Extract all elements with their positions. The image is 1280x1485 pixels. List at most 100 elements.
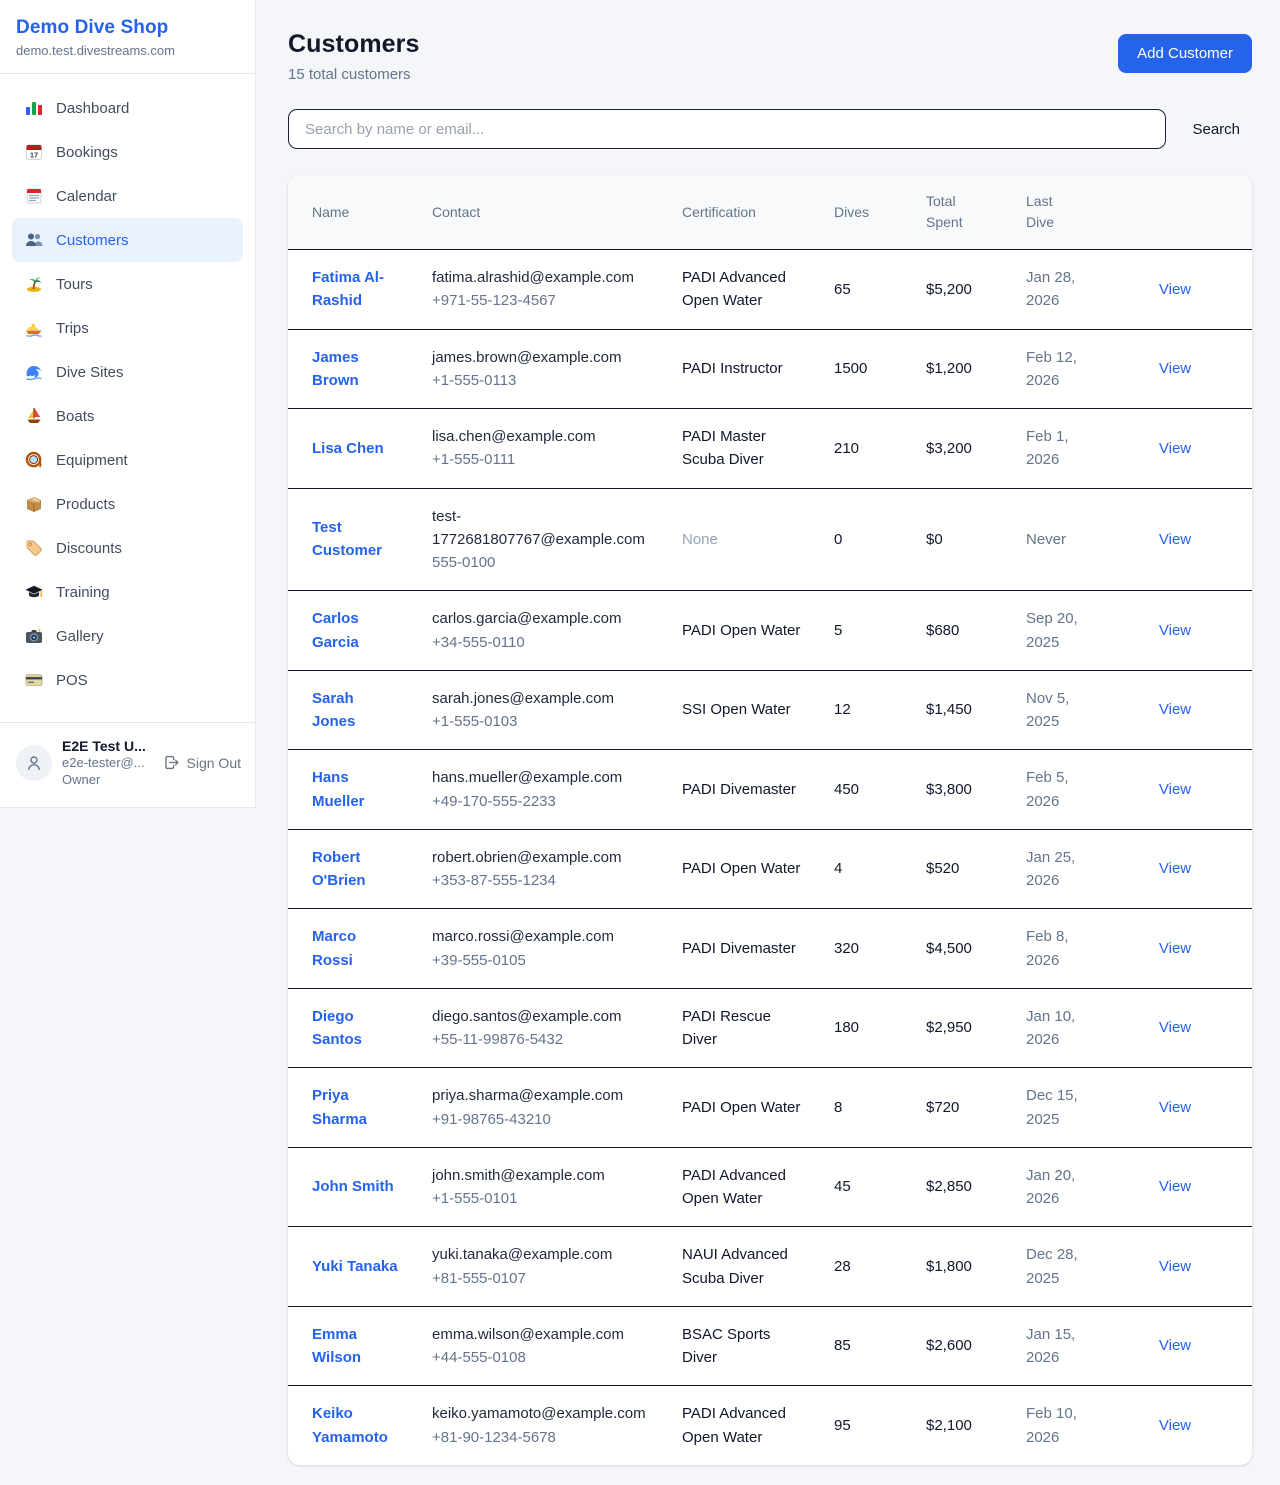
customer-name-link[interactable]: Diego Santos bbox=[312, 1008, 362, 1048]
customer-name-link[interactable]: Marco Rossi bbox=[312, 928, 356, 968]
customer-last-dive: Feb 1, 2026 bbox=[1010, 409, 1098, 489]
customer-name-link[interactable]: Test Customer bbox=[312, 519, 382, 559]
customer-name-link[interactable]: Carlos Garcia bbox=[312, 610, 359, 650]
customer-phone: +81-555-0107 bbox=[432, 1267, 650, 1290]
customer-name-link[interactable]: Keiko Yamamoto bbox=[312, 1405, 388, 1445]
customer-name-cell: Sarah Jones bbox=[288, 670, 416, 750]
view-link[interactable]: View bbox=[1159, 1178, 1191, 1195]
sidebar-item-dashboard[interactable]: Dashboard bbox=[12, 86, 243, 130]
main-content: Customers 15 total customers Add Custome… bbox=[256, 0, 1280, 1485]
sidebar-item-pos[interactable]: POS bbox=[12, 658, 243, 702]
view-link[interactable]: View bbox=[1159, 1019, 1191, 1036]
view-link[interactable]: View bbox=[1159, 1417, 1191, 1434]
view-link[interactable]: View bbox=[1159, 701, 1191, 718]
customer-phone: +1-555-0103 bbox=[432, 710, 650, 733]
sidebar-item-tours[interactable]: Tours bbox=[12, 262, 243, 306]
customer-last-dive: Feb 5, 2026 bbox=[1010, 750, 1098, 830]
customer-name-cell: Emma Wilson bbox=[288, 1306, 416, 1386]
sidebar-item-gallery[interactable]: Gallery bbox=[12, 614, 243, 658]
calendar-icon bbox=[24, 186, 44, 206]
customer-name-link[interactable]: Robert O'Brien bbox=[312, 849, 366, 889]
customer-name-cell: James Brown bbox=[288, 329, 416, 409]
sidebar-item-label: Customers bbox=[56, 232, 129, 249]
sidebar-item-label: Discounts bbox=[56, 540, 122, 557]
brand-block: Demo Dive Shop demo.test.divestreams.com bbox=[0, 0, 255, 74]
view-link[interactable]: View bbox=[1159, 860, 1191, 877]
view-link[interactable]: View bbox=[1159, 1258, 1191, 1275]
view-link[interactable]: View bbox=[1159, 622, 1191, 639]
sidebar-item-customers[interactable]: Customers bbox=[12, 218, 243, 262]
customer-action-cell: View bbox=[1098, 488, 1252, 591]
sidebar-item-boats[interactable]: Boats bbox=[12, 394, 243, 438]
sidebar-item-trips[interactable]: Trips bbox=[12, 306, 243, 350]
customer-email: diego.santos@example.com bbox=[432, 1005, 650, 1028]
customer-email: hans.mueller@example.com bbox=[432, 766, 650, 789]
customer-name-link[interactable]: Priya Sharma bbox=[312, 1087, 367, 1127]
customer-email: robert.obrien@example.com bbox=[432, 846, 650, 869]
sidebar-item-calendar[interactable]: Calendar bbox=[12, 174, 243, 218]
tag-icon bbox=[24, 538, 44, 558]
view-link[interactable]: View bbox=[1159, 531, 1191, 548]
search-input[interactable] bbox=[288, 109, 1166, 149]
avatar bbox=[16, 745, 52, 781]
customer-name-cell: Keiko Yamamoto bbox=[288, 1386, 416, 1465]
view-link[interactable]: View bbox=[1159, 1099, 1191, 1116]
view-link[interactable]: View bbox=[1159, 360, 1191, 377]
customer-certification: PADI Instructor bbox=[666, 329, 818, 409]
customer-email: lisa.chen@example.com bbox=[432, 425, 650, 448]
sidebar-item-discounts[interactable]: Discounts bbox=[12, 526, 243, 570]
customer-name-cell: Yuki Tanaka bbox=[288, 1227, 416, 1307]
customer-phone: +1-555-0111 bbox=[432, 448, 650, 471]
sidebar-item-products[interactable]: Products bbox=[12, 482, 243, 526]
customer-dives: 180 bbox=[818, 988, 910, 1068]
customer-dives: 95 bbox=[818, 1386, 910, 1465]
customer-email: sarah.jones@example.com bbox=[432, 687, 650, 710]
page-title: Customers bbox=[288, 30, 420, 59]
customer-name-link[interactable]: Sarah Jones bbox=[312, 690, 355, 730]
sidebar-item-training[interactable]: Training bbox=[12, 570, 243, 614]
customer-dives: 5 bbox=[818, 591, 910, 671]
customer-phone: +353-87-555-1234 bbox=[432, 869, 650, 892]
customer-phone: +1-555-0101 bbox=[432, 1187, 650, 1210]
customer-action-cell: View bbox=[1098, 1306, 1252, 1386]
customer-certification: PADI Divemaster bbox=[666, 909, 818, 989]
column-header-certification: Certification bbox=[666, 175, 818, 250]
user-name: E2E Test U... bbox=[62, 737, 146, 755]
view-link[interactable]: View bbox=[1159, 281, 1191, 298]
customer-name-link[interactable]: John Smith bbox=[312, 1178, 394, 1195]
customer-total-spent: $520 bbox=[910, 829, 1010, 909]
brand-domain: demo.test.divestreams.com bbox=[16, 43, 239, 58]
user-email: e2e-tester@... bbox=[62, 755, 146, 772]
user-info: E2E Test U... e2e-tester@... Owner bbox=[62, 737, 146, 789]
add-customer-button[interactable]: Add Customer bbox=[1118, 34, 1252, 73]
search-button[interactable]: Search bbox=[1180, 113, 1252, 146]
customer-name-link[interactable]: Fatima Al-Rashid bbox=[312, 269, 384, 309]
view-link[interactable]: View bbox=[1159, 781, 1191, 798]
view-link[interactable]: View bbox=[1159, 940, 1191, 957]
sidebar-item-label: Trips bbox=[56, 320, 89, 337]
sidebar-item-bookings[interactable]: 17Bookings bbox=[12, 130, 243, 174]
sidebar-item-label: Calendar bbox=[56, 188, 117, 205]
customer-name-link[interactable]: Hans Mueller bbox=[312, 769, 365, 809]
customer-name-link[interactable]: Emma Wilson bbox=[312, 1326, 361, 1366]
view-link[interactable]: View bbox=[1159, 440, 1191, 457]
customer-last-dive: Never bbox=[1010, 488, 1098, 591]
sidebar-item-dive-sites[interactable]: Dive Sites bbox=[12, 350, 243, 394]
sign-out-button[interactable]: Sign Out bbox=[163, 754, 241, 771]
table-row: Marco Rossimarco.rossi@example.com+39-55… bbox=[288, 909, 1252, 989]
page-header: Customers 15 total customers Add Custome… bbox=[288, 30, 1252, 83]
customer-name-link[interactable]: Yuki Tanaka bbox=[312, 1258, 398, 1275]
customer-certification: PADI Open Water bbox=[666, 591, 818, 671]
customer-contact-cell: diego.santos@example.com+55-11-99876-543… bbox=[416, 988, 666, 1068]
customer-certification: BSAC Sports Diver bbox=[666, 1306, 818, 1386]
customer-action-cell: View bbox=[1098, 409, 1252, 489]
customer-total-spent: $1,450 bbox=[910, 670, 1010, 750]
customer-name-link[interactable]: Lisa Chen bbox=[312, 440, 384, 457]
customer-name-link[interactable]: James Brown bbox=[312, 349, 359, 389]
customer-action-cell: View bbox=[1098, 250, 1252, 330]
customer-contact-cell: hans.mueller@example.com+49-170-555-2233 bbox=[416, 750, 666, 830]
customer-email: marco.rossi@example.com bbox=[432, 925, 650, 948]
view-link[interactable]: View bbox=[1159, 1337, 1191, 1354]
customer-total-spent: $2,100 bbox=[910, 1386, 1010, 1465]
sidebar-item-equipment[interactable]: Equipment bbox=[12, 438, 243, 482]
